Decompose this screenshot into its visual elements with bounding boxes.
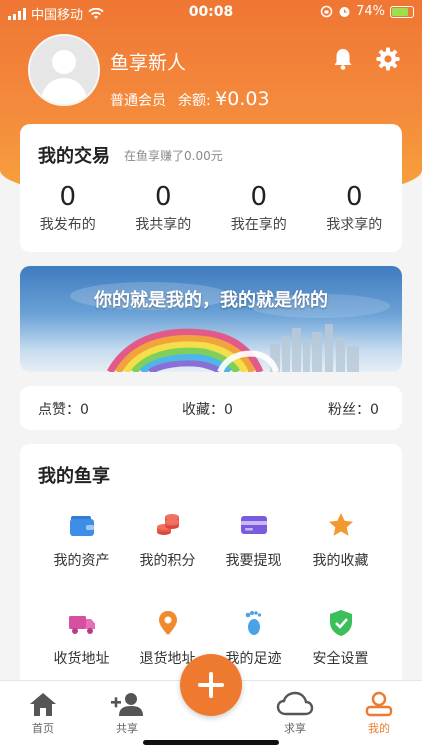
stat-label: 我在享的 [230,217,287,233]
menu-title: 我的鱼享 [38,466,110,487]
location-pin-icon [158,611,177,635]
status-bar: 中国移动 00:08 74% [0,0,422,24]
card-icon [240,516,267,534]
favorites-count[interactable]: 收藏：0 [182,399,233,419]
menu-item-label: 我的收藏 [312,553,369,569]
menu-item-points[interactable]: 我的积分 [120,510,215,570]
cloud-icon [276,691,314,716]
stat-requested[interactable]: 0 我求享的 [307,182,403,234]
avatar[interactable] [28,34,100,106]
coins-icon [156,514,179,535]
menu-item-label: 我的资产 [53,553,110,569]
menu-item-security[interactable]: 安全设置 [293,608,388,668]
add-user-icon [111,693,143,716]
shield-check-icon [329,610,352,636]
rotation-lock-icon [320,5,333,18]
menu-item-shipping-address[interactable]: 收货地址 [34,608,129,668]
stat-label: 我共享的 [135,217,192,233]
trade-title: 我的交易 [38,146,110,167]
stat-label: 我求享的 [326,217,383,233]
tab-request[interactable]: 求享 [260,691,330,736]
stat-shared[interactable]: 0 我共享的 [116,182,212,234]
menu-item-label: 收货地址 [53,651,110,667]
stat-value: 0 [59,182,77,212]
stat-value: 0 [154,182,172,212]
menu-item-label: 安全设置 [312,651,369,667]
member-info: 普通会员 余额: ¥0.03 [110,88,270,110]
rainbow-bridge-illustration [70,282,390,372]
tab-label: 求享 [284,722,306,735]
member-level: 普通会员 [110,93,166,109]
battery-icon [390,5,414,18]
bell-icon[interactable] [330,46,356,72]
trade-stats: 0 我发布的 0 我共享的 0 我在享的 0 我求享的 [20,182,402,234]
default-avatar-icon [30,36,98,104]
balance-label: 余额: [178,93,211,109]
trade-earnings: 在鱼享赚了0.00元 [124,149,223,163]
likes-count[interactable]: 点赞：0 [38,399,89,419]
alarm-icon [339,7,350,17]
stat-value: 0 [345,182,363,212]
plus-icon [198,672,224,698]
wallet-icon [69,516,94,536]
footprint-icon [245,611,261,635]
username[interactable]: 鱼享新人 [110,48,186,75]
tab-share[interactable]: 共享 [92,691,162,736]
menu-item-withdraw[interactable]: 我要提现 [206,510,301,570]
promo-banner[interactable]: 你的就是我的，我的就是你的 [20,266,402,372]
balance-amount: ¥0.03 [215,88,270,110]
star-icon [328,513,353,536]
truck-icon [68,616,95,634]
tab-home[interactable]: 首页 [8,691,78,736]
trade-card: 我的交易 在鱼享赚了0.00元 0 我发布的 0 我共享的 0 我在享的 0 我… [20,124,402,252]
stat-published[interactable]: 0 我发布的 [20,182,116,234]
tab-label: 我的 [368,722,390,735]
publish-fab-button[interactable] [180,654,242,716]
home-icon [30,693,56,716]
menu-item-label: 我的积分 [139,553,196,569]
battery-percent: 74% [356,4,385,19]
menu-item-favorites[interactable]: 我的收藏 [293,510,388,570]
home-indicator [143,740,279,745]
menu-item-label: 我要提现 [225,553,282,569]
stat-label: 我发布的 [39,217,96,233]
user-icon [365,691,393,717]
menu-item-assets[interactable]: 我的资产 [34,510,129,570]
fans-count[interactable]: 粉丝：0 [328,399,379,419]
tab-label: 首页 [32,722,54,735]
gear-icon[interactable] [375,46,401,72]
stat-value: 0 [250,182,268,212]
social-stats-card: 点赞：0 收藏：0 粉丝：0 [20,386,402,430]
stat-enjoying[interactable]: 0 我在享的 [211,182,307,234]
tab-mine[interactable]: 我的 [344,691,414,736]
tab-label: 共享 [116,722,138,735]
banner-slogan: 你的就是我的，我的就是你的 [94,290,328,311]
